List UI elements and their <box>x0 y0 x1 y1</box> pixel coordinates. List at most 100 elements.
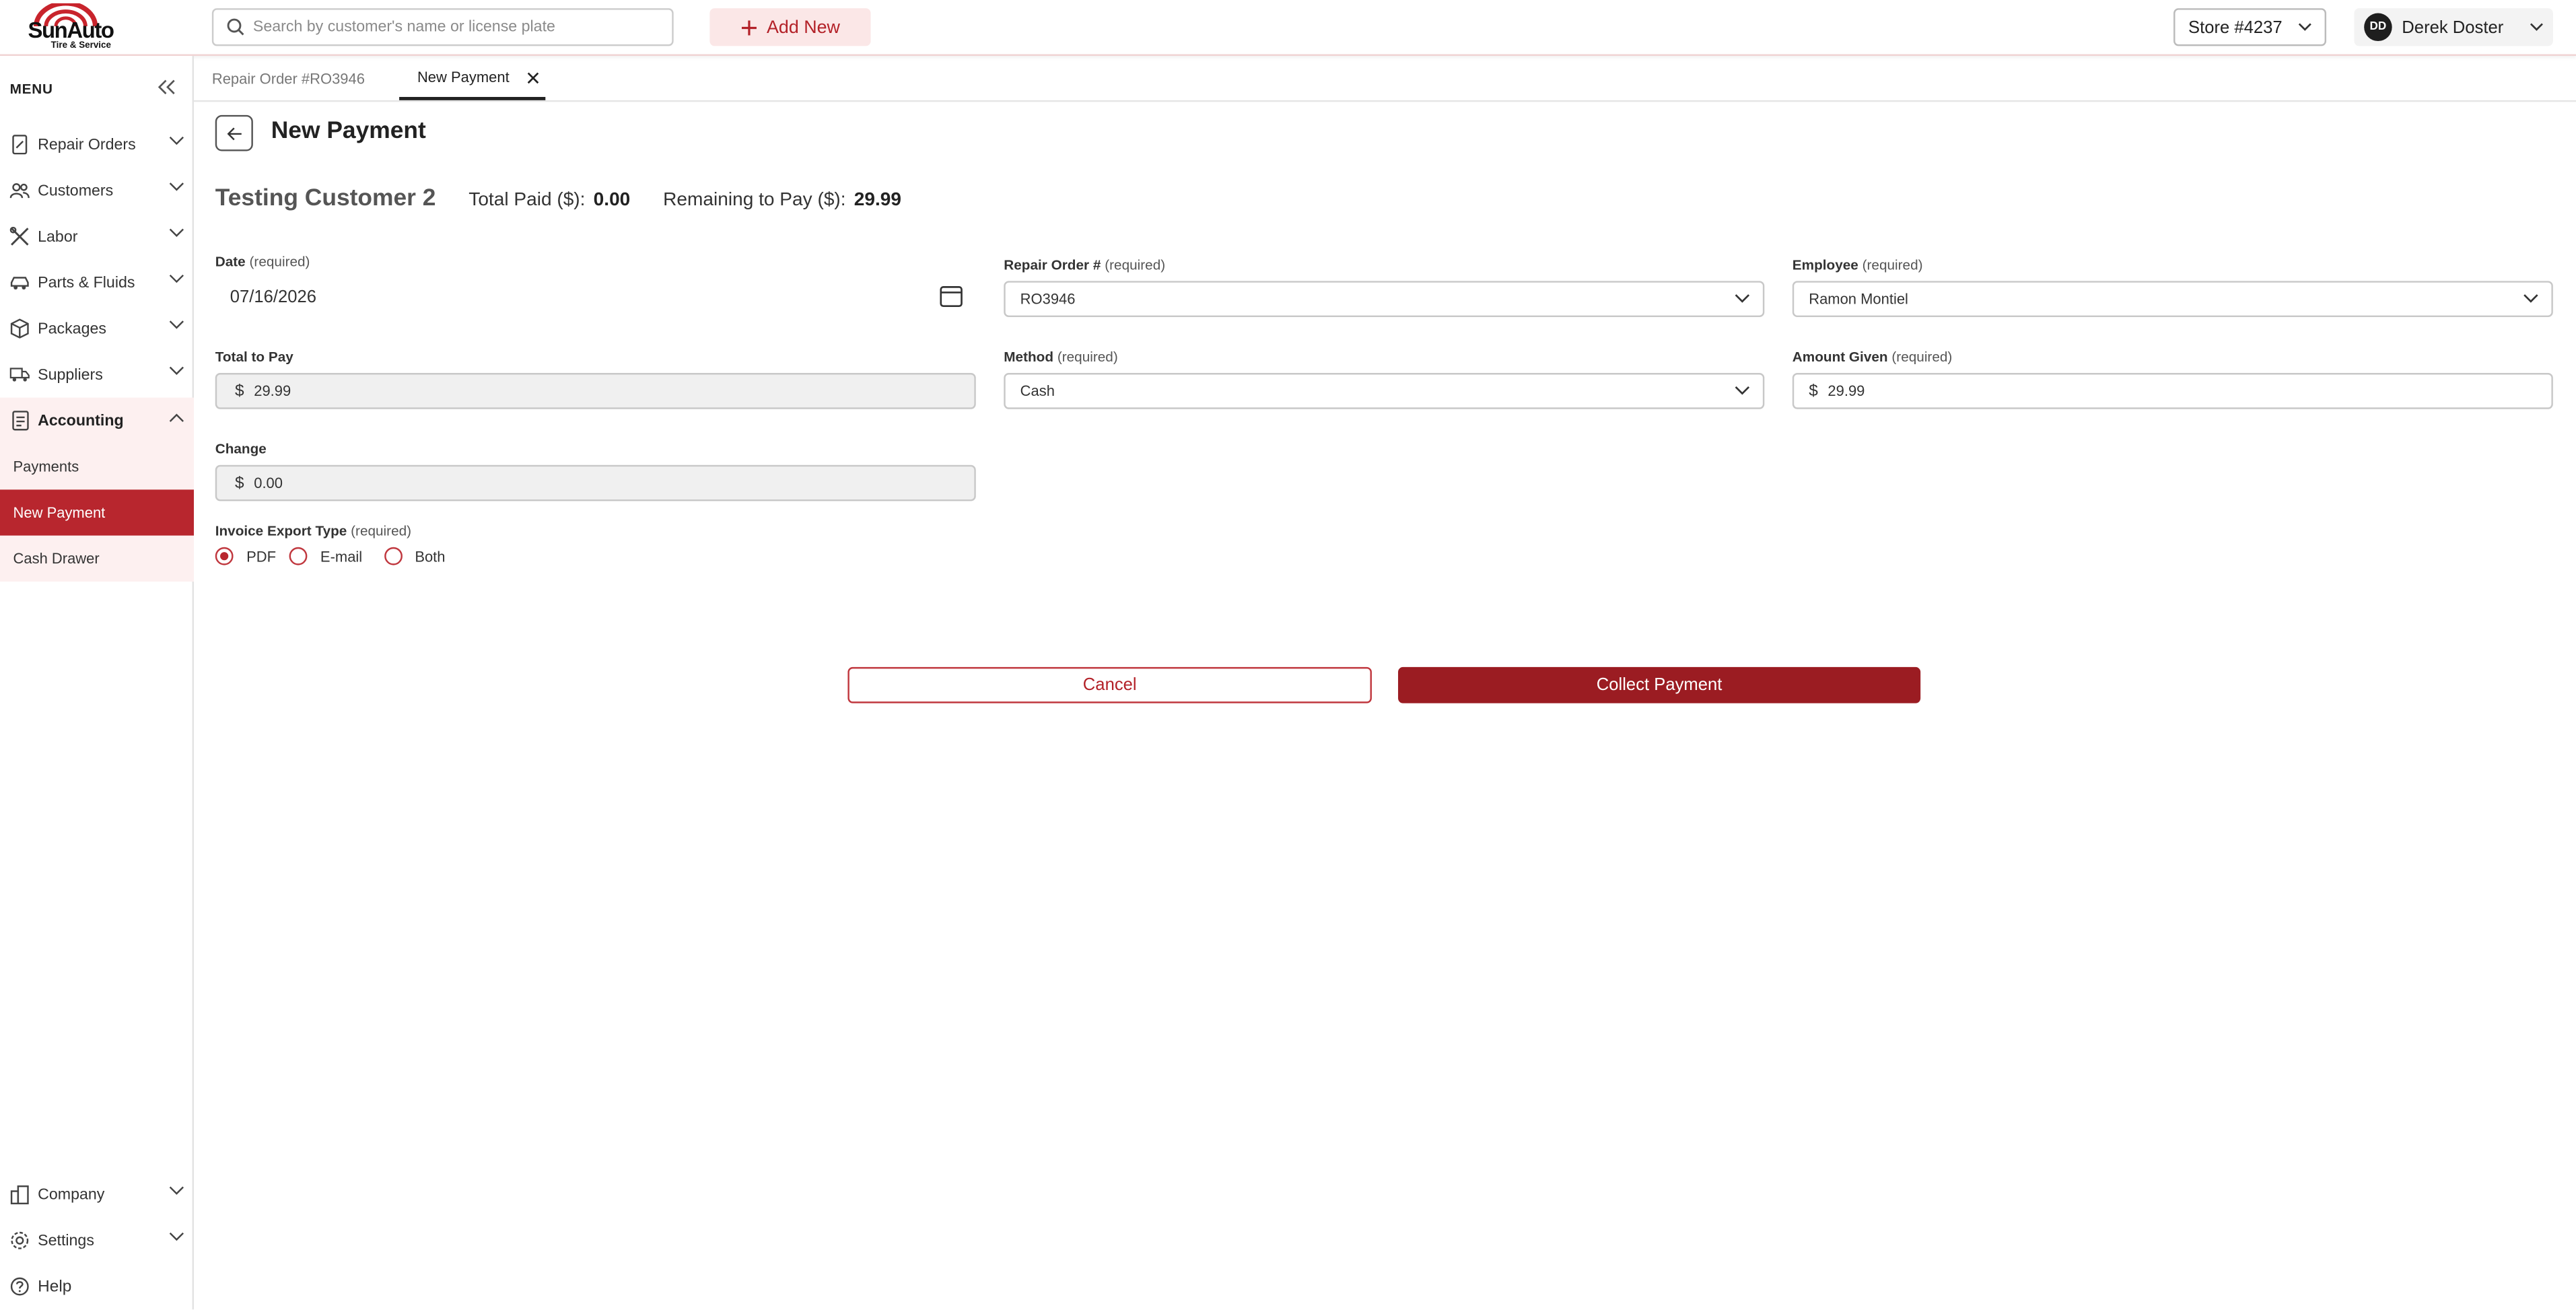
sidebar-subitem-label: New Payment <box>13 504 106 521</box>
top-header: SunAuto Tire & Service Add New Store #42… <box>0 0 2576 56</box>
total-to-pay-value: 29.99 <box>254 382 291 400</box>
car-icon <box>10 273 30 292</box>
package-icon <box>10 318 30 339</box>
tab-bar: Repair Order #RO3946 New Payment <box>194 56 2576 102</box>
collapse-sidebar-icon[interactable] <box>158 79 176 95</box>
sidebar-item-label: Accounting <box>38 411 124 430</box>
chevron-down-icon <box>1735 294 1750 303</box>
amount-given-field[interactable]: $ 29.99 <box>1792 373 2553 409</box>
sidebar-subitem-new-payment[interactable]: New Payment <box>0 489 195 536</box>
ledger-icon <box>10 411 30 431</box>
truck-icon <box>9 365 30 384</box>
store-selector[interactable]: Store #4237 <box>2173 8 2327 46</box>
sidebar-item-company[interactable]: Company <box>0 1171 194 1217</box>
tab-new-payment[interactable]: New Payment <box>399 56 546 100</box>
close-icon[interactable] <box>527 72 539 84</box>
chevron-down-icon <box>169 136 184 145</box>
date-input[interactable]: 07/16/2026 <box>215 279 976 316</box>
sidebar-item-label: Settings <box>38 1231 94 1250</box>
tab-repair-order[interactable]: Repair Order #RO3946 <box>212 56 365 100</box>
radio-email[interactable] <box>289 547 308 565</box>
chevron-down-icon <box>169 320 184 329</box>
store-label: Store #4237 <box>2188 17 2283 37</box>
payment-summary: Testing Customer 2 Total Paid ($): 0.00 … <box>215 186 934 215</box>
currency-symbol: $ <box>1809 382 1818 401</box>
cancel-button[interactable]: Cancel <box>847 666 1372 703</box>
add-new-button[interactable]: Add New <box>709 8 871 46</box>
tools-icon <box>9 226 30 246</box>
arrow-left-icon <box>226 127 241 140</box>
amount-given-label: Amount Given (required) <box>1792 348 1953 365</box>
calendar-icon[interactable] <box>940 286 963 308</box>
total-to-pay-label: Total to Pay <box>215 348 293 365</box>
sidebar-item-repair-orders[interactable]: Repair Orders <box>0 122 194 168</box>
chevron-down-icon <box>2523 294 2538 303</box>
add-new-label: Add New <box>767 17 840 37</box>
date-label: Date (required) <box>215 252 310 270</box>
sidebar-item-customers[interactable]: Customers <box>0 168 194 213</box>
sidebar-item-label: Help <box>38 1277 72 1296</box>
back-button[interactable] <box>215 114 253 151</box>
chevron-down-icon <box>169 366 184 375</box>
sidebar: MENU Repair Orders Customers Labor Parts… <box>0 55 195 1310</box>
chevron-down-icon <box>2298 23 2311 31</box>
chevron-down-icon <box>1735 386 1750 395</box>
sidebar-item-label: Repair Orders <box>38 135 136 154</box>
invoice-export-radio-group: PDF E-mail Both <box>215 547 458 565</box>
sidebar-item-suppliers[interactable]: Suppliers <box>0 351 194 397</box>
chevron-down-icon <box>169 1186 184 1195</box>
employee-label: Employee (required) <box>1792 256 1923 273</box>
menu-label: MENU <box>9 80 53 98</box>
chevron-down-icon <box>169 182 184 191</box>
employee-select[interactable]: Ramon Montiel <box>1792 281 2553 318</box>
sidebar-item-parts-fluids[interactable]: Parts & Fluids <box>0 260 194 306</box>
chevron-down-icon <box>169 274 184 283</box>
invoice-export-label: Invoice Export Type (required) <box>215 522 412 539</box>
radio-both-label[interactable]: Both <box>415 548 445 564</box>
user-menu[interactable]: DD Derek Doster <box>2354 8 2553 46</box>
user-name: Derek Doster <box>2402 17 2504 37</box>
sidebar-item-label: Customers <box>38 181 114 200</box>
sidebar-subitem-cash-drawer[interactable]: Cash Drawer <box>0 535 195 582</box>
tab-label: New Payment <box>417 68 510 85</box>
total-to-pay-field: $ 29.99 <box>215 373 976 409</box>
method-select[interactable]: Cash <box>1004 373 1765 409</box>
search-input[interactable] <box>252 13 664 42</box>
customer-name: Testing Customer 2 <box>215 185 436 212</box>
sidebar-item-label: Company <box>38 1185 105 1204</box>
sidebar-item-settings[interactable]: Settings <box>0 1218 194 1264</box>
sidebar-item-label: Packages <box>38 319 106 338</box>
sidebar-item-label: Labor <box>38 228 78 246</box>
sidebar-subitem-payments[interactable]: Payments <box>0 443 195 490</box>
method-value: Cash <box>1020 382 1055 400</box>
change-label: Change <box>215 440 267 457</box>
app-root: SunAuto Tire & Service Add New Store #42… <box>0 0 2576 1310</box>
sidebar-item-label: Suppliers <box>38 366 103 384</box>
sidebar-item-packages[interactable]: Packages <box>0 306 194 351</box>
radio-email-label[interactable]: E-mail <box>320 548 362 564</box>
sidebar-subitem-label: Payments <box>13 458 79 475</box>
document-edit-icon <box>10 135 30 155</box>
chevron-up-icon <box>169 413 184 422</box>
logo-tagline: Tire & Service <box>50 41 111 51</box>
radio-both[interactable] <box>383 547 402 565</box>
sunauto-logo[interactable]: SunAuto Tire & Service <box>26 3 128 53</box>
sidebar-item-label: Parts & Fluids <box>38 273 135 292</box>
currency-symbol: $ <box>235 382 244 401</box>
search-box[interactable] <box>211 8 674 46</box>
page-title: New Payment <box>271 118 426 145</box>
radio-pdf[interactable] <box>215 547 234 565</box>
chevron-down-icon <box>169 228 184 237</box>
sidebar-item-help[interactable]: Help <box>0 1264 194 1309</box>
avatar: DD <box>2364 13 2392 42</box>
total-paid-value: 0.00 <box>593 191 631 211</box>
gear-icon <box>10 1231 30 1250</box>
users-icon <box>9 180 30 200</box>
amount-given-value: 29.99 <box>1827 382 1865 400</box>
remaining-value: 29.99 <box>854 191 902 211</box>
repair-order-select[interactable]: RO3946 <box>1004 281 1765 318</box>
collect-payment-button[interactable]: Collect Payment <box>1398 666 1921 703</box>
sidebar-item-accounting[interactable]: Accounting <box>0 397 195 444</box>
radio-pdf-label[interactable]: PDF <box>246 548 276 564</box>
sidebar-item-labor[interactable]: Labor <box>0 213 194 259</box>
